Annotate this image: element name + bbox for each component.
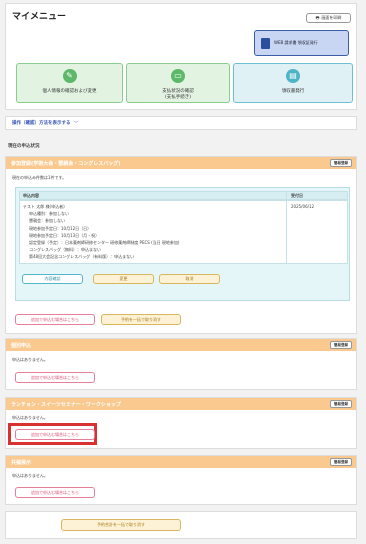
print-button-label: 画面を印刷 xyxy=(321,15,342,20)
tile-payment-label2: (支払手続き) xyxy=(164,95,191,101)
application-table: 申込内容 受付日 テスト 太郎 様(申込者) 申込種別：参加しない 懇親会：参加… xyxy=(15,187,350,301)
detail-lines: テスト 太郎 様(申込者) 申込種別：参加しない 懇親会：参加しない 現地参加予… xyxy=(23,203,179,261)
count-text: 現在の申込み件数は1件です。 xyxy=(12,175,67,180)
web-invoice-button[interactable]: WEB 請求書 領収証発行 xyxy=(254,30,349,56)
credit-card-icon: ▭ xyxy=(171,69,185,83)
tile-receipt-label: 領収書発行 xyxy=(281,89,305,94)
cancel-button[interactable]: 取消 xyxy=(159,274,220,284)
section-exhibit: 共催展示 簡易登録 申込はありません。 追加で申込む場合はこちら xyxy=(5,455,357,505)
quick-register-tag[interactable]: 簡易登録 xyxy=(330,341,352,349)
section-title: ランチョン・スイーツセミナー・ワークショップ xyxy=(11,401,121,408)
no-application-text: 申込はありません。 xyxy=(12,473,48,478)
printer-icon: 🖶 xyxy=(315,14,320,20)
quick-register-tag[interactable]: 簡易登録 xyxy=(330,400,352,408)
add-application-button[interactable]: 追加で申込む場合はこちら xyxy=(15,487,95,498)
footer-panel: 予約合計を一括で取り消す xyxy=(5,511,357,539)
section-header: ランチョン・スイーツセミナー・ワークショップ 簡易登録 xyxy=(6,398,356,410)
detail-line: 第48回大会記念コングレスバッグ（有料版）：申込まない xyxy=(29,254,135,260)
section-individual: 個別申込 簡易登録 申込はありません。 追加で申込む場合はこちら xyxy=(5,338,357,390)
section-header: 参加登録(学術大会・懇親会・コングレスバッグ) 簡易登録 xyxy=(6,157,356,169)
detail-line: 認定登録（予定）：日本薬剤師研修センター 研修薬剤師制度 PECS (当日 現地… xyxy=(29,240,180,246)
tile-receipt[interactable]: ▤ 領収書発行 xyxy=(233,63,353,103)
col-content-header: 申込内容 xyxy=(23,193,39,198)
detail-line: 申込種別：参加しない xyxy=(29,211,69,217)
operation-link-bar[interactable]: 操作（確認）方法を表示する ﹀ xyxy=(5,116,357,130)
section-title: 個別申込 xyxy=(11,342,32,349)
section-title: 共催展示 xyxy=(11,459,32,466)
tile-profile[interactable]: ✎ 個人情報の確認および変更 xyxy=(16,63,123,103)
tile-profile-label: 個人情報の確認および変更 xyxy=(42,89,97,94)
operation-link[interactable]: 操作（確認）方法を表示する xyxy=(12,120,71,126)
quick-register-tag[interactable]: 簡易登録 xyxy=(330,159,352,167)
section-header: 個別申込 簡易登録 xyxy=(6,339,356,351)
print-button[interactable]: 🖶 画面を印刷 xyxy=(306,13,351,23)
bulk-cancel-button[interactable]: 予約を一括で取り消す xyxy=(101,314,181,325)
document-icon xyxy=(261,37,270,49)
add-application-button[interactable]: 追加で申込む場合はこちら xyxy=(15,372,95,383)
bulk-cancel-all-button[interactable]: 予約合計を一括で取り消す xyxy=(61,519,181,531)
no-application-text: 申込はありません。 xyxy=(12,415,48,420)
detail-line: 現地参加予定日：10月13日（月・祝） xyxy=(29,232,100,238)
detail-line: 懇親会：参加しない xyxy=(29,218,65,224)
edit-icon: ✎ xyxy=(62,69,77,83)
section-participation: 参加登録(学術大会・懇親会・コングレスバッグ) 簡易登録 現在の申込み件数は1件… xyxy=(5,156,357,334)
detail-line: テスト 太郎 様(申込者) xyxy=(23,204,65,209)
accept-date: 2025/06/12 xyxy=(291,204,315,209)
chevron-down-icon: ﹀ xyxy=(73,120,79,127)
my-menu-panel: マイメニュー 🖶 画面を印刷 WEB 請求書 領収証発行 ✎ 個人情報の確認およ… xyxy=(5,3,357,110)
add-application-button[interactable]: 追加で申込む場合はこちら xyxy=(15,314,95,325)
detail-line: 現地参加予定日：10月12日（日） xyxy=(29,225,92,231)
no-application-text: 申込はありません。 xyxy=(12,357,48,362)
detail-button[interactable]: 内容確認 xyxy=(22,274,83,284)
quick-register-tag[interactable]: 簡易登録 xyxy=(330,458,352,466)
tile-payment[interactable]: ▭ 支払状況の確認 (支払手続き) xyxy=(126,63,230,103)
web-invoice-label: WEB 請求書 領収証発行 xyxy=(274,40,318,45)
add-application-button[interactable]: 追加で申込む場合はこちら xyxy=(15,429,95,440)
receipt-icon: ▤ xyxy=(286,69,300,83)
col-date-header: 受付日 xyxy=(291,193,303,198)
page-title: マイメニュー xyxy=(12,12,67,22)
change-button[interactable]: 変更 xyxy=(93,274,154,284)
col-divider xyxy=(286,191,287,264)
section-title: 参加登録(学術大会・懇親会・コングレスバッグ) xyxy=(11,160,121,167)
status-heading: 現在の申込状況 xyxy=(8,144,40,149)
section-header: 共催展示 簡易登録 xyxy=(6,456,356,468)
section-luncheon: ランチョン・スイーツセミナー・ワークショップ 簡易登録 申込はありません。 追加… xyxy=(5,397,357,449)
detail-line: コングレスバッグ（無料）：申込まない xyxy=(29,247,101,253)
